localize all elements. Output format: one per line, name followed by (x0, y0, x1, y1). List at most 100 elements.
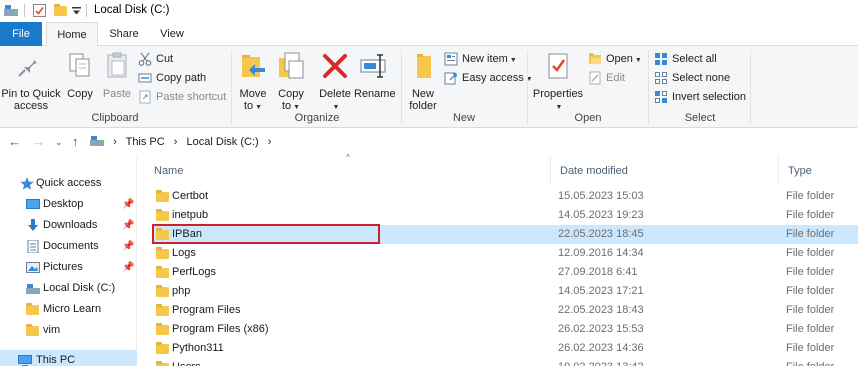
invert-selection-icon (655, 91, 667, 103)
column-divider[interactable] (778, 156, 779, 184)
nav-label: vim (43, 324, 61, 336)
new-item-caret-icon: ▼ (509, 57, 517, 64)
nav-label: Desktop (43, 198, 84, 210)
select-all-button[interactable]: Select all (652, 50, 717, 68)
file-type: File folder (786, 266, 835, 278)
customize-quick-access-icon[interactable] (72, 7, 81, 15)
nav-item-pictures[interactable]: Pictures 📌 (0, 257, 137, 278)
column-header-name[interactable]: Name (154, 165, 183, 177)
nav-item-desktop[interactable]: Desktop 📌 (0, 194, 137, 215)
group-divider (648, 50, 649, 124)
table-row[interactable]: Program Files 22.05.2023 18:43 File fold… (152, 301, 858, 320)
table-row[interactable]: Certbot 15.05.2023 15:03 File folder (152, 187, 858, 206)
breadcrumb-separator-icon: › (113, 136, 117, 148)
rename-button[interactable]: Rename (354, 48, 396, 100)
breadcrumb[interactable]: › This PC › Local Disk (C:) › (90, 133, 277, 151)
nav-item-documents[interactable]: Documents 📌 (0, 236, 137, 257)
back-arrow-icon[interactable]: ← (8, 134, 21, 149)
group-divider (750, 50, 751, 124)
new-folder-quick-icon[interactable] (54, 4, 67, 16)
tab-file[interactable]: File (0, 22, 42, 46)
select-none-icon (655, 72, 667, 84)
recent-locations-chevron-icon[interactable]: ⌄ (55, 137, 63, 148)
copy-button[interactable]: Copy (64, 48, 96, 100)
table-row[interactable]: Users 19.02.2023 13:42 File folder (152, 358, 858, 366)
tab-home[interactable]: Home (46, 22, 98, 47)
invert-selection-button[interactable]: Invert selection (652, 88, 746, 106)
breadcrumb-this-pc[interactable]: This PC (126, 136, 165, 148)
nav-item-this-pc[interactable]: This PC (0, 350, 137, 366)
move-to-icon (242, 55, 265, 77)
file-type: File folder (786, 323, 835, 335)
nav-label: Micro Learn (43, 303, 102, 315)
nav-item-quick-access[interactable]: Quick access (0, 173, 137, 194)
group-divider (231, 50, 232, 124)
open-folder-icon (589, 53, 601, 64)
move-to-label-2: to (243, 100, 254, 112)
pin-to-quick-access-button[interactable]: Pin to Quick access (0, 48, 62, 112)
select-none-button[interactable]: Select none (652, 69, 730, 87)
nav-item-downloads[interactable]: Downloads 📌 (0, 215, 137, 236)
column-divider[interactable] (550, 156, 551, 184)
invert-selection-label: Invert selection (672, 91, 746, 103)
table-row[interactable]: Python311 26.02.2023 14:36 File folder (152, 339, 858, 358)
forward-arrow-icon[interactable]: → (32, 134, 45, 149)
file-name: Logs (172, 247, 196, 259)
folder-icon (156, 266, 169, 278)
file-type: File folder (786, 190, 835, 202)
properties-quick-icon[interactable] (33, 4, 46, 17)
column-header-date-modified[interactable]: Date modified (560, 165, 628, 177)
open-button[interactable]: Open ▼ (586, 50, 642, 68)
file-date: 26.02.2023 14:36 (558, 342, 644, 354)
folder-icon (156, 247, 169, 259)
file-name: php (172, 285, 191, 297)
file-type: File folder (786, 358, 834, 366)
file-list: ^ Name Date modified Type Certbot 15.05.… (138, 153, 858, 366)
table-row[interactable]: Logs 12.09.2016 14:34 File folder (152, 244, 858, 263)
cut-button[interactable]: Cut (136, 50, 173, 68)
select-all-icon (655, 53, 667, 65)
pinned-icon: 📌 (122, 220, 135, 231)
tab-share[interactable]: Share (104, 22, 144, 46)
paste-label: Paste (102, 88, 132, 100)
window-title: Local Disk (C:) (94, 4, 170, 16)
desktop-icon (26, 199, 40, 209)
title-bar: Local Disk (C:) (0, 0, 858, 22)
properties-button[interactable]: Properties ▼ (532, 48, 584, 114)
new-folder-button[interactable]: New folder (404, 48, 442, 112)
select-none-label: Select none (672, 72, 731, 84)
tab-view[interactable]: View (152, 22, 192, 46)
copy-path-button[interactable]: Copy path (136, 69, 206, 87)
open-group-label: Open (574, 112, 602, 124)
move-to-button[interactable]: Move to ▼ (236, 48, 270, 114)
new-item-icon (444, 52, 458, 66)
nav-item-local-disk[interactable]: Local Disk (C:) (0, 278, 137, 299)
table-row[interactable]: inetpub 14.05.2023 19:23 File folder (152, 206, 858, 225)
file-name: Users (172, 358, 201, 366)
breadcrumb-local-disk[interactable]: Local Disk (C:) (187, 136, 259, 148)
up-arrow-icon[interactable]: ↑ (72, 134, 79, 149)
easy-access-button[interactable]: Easy access ▼ (442, 69, 533, 87)
delete-button[interactable]: Delete ▼ (316, 48, 354, 114)
organize-group-label: Organize (294, 112, 340, 124)
properties-caret-icon: ▼ (555, 104, 563, 111)
table-row[interactable]: Program Files (x86) 26.02.2023 15:53 Fil… (152, 320, 858, 339)
highlight-annotation-box (152, 224, 380, 244)
copy-to-button[interactable]: Copy to ▼ (274, 48, 308, 114)
table-row[interactable]: PerfLogs 27.09.2018 6:41 File folder (152, 263, 858, 282)
paste-button[interactable]: Paste (100, 48, 134, 100)
nav-item-vim[interactable]: vim (0, 320, 137, 341)
folder-icon (156, 190, 169, 202)
breadcrumb-separator-icon: › (173, 136, 178, 148)
documents-icon (27, 240, 39, 253)
file-date: 26.02.2023 15:53 (558, 323, 644, 335)
edit-button[interactable]: Edit (586, 69, 625, 87)
column-header-type[interactable]: Type (788, 165, 812, 177)
move-to-caret-icon: ▼ (255, 104, 263, 111)
paste-shortcut-button[interactable]: Paste shortcut (136, 88, 226, 106)
table-row[interactable]: php 14.05.2023 17:21 File folder (152, 282, 858, 301)
file-type: File folder (786, 247, 835, 259)
nav-label: Pictures (43, 261, 83, 273)
nav-item-micro-learn[interactable]: Micro Learn (0, 299, 137, 320)
new-item-button[interactable]: New item ▼ (442, 50, 517, 68)
